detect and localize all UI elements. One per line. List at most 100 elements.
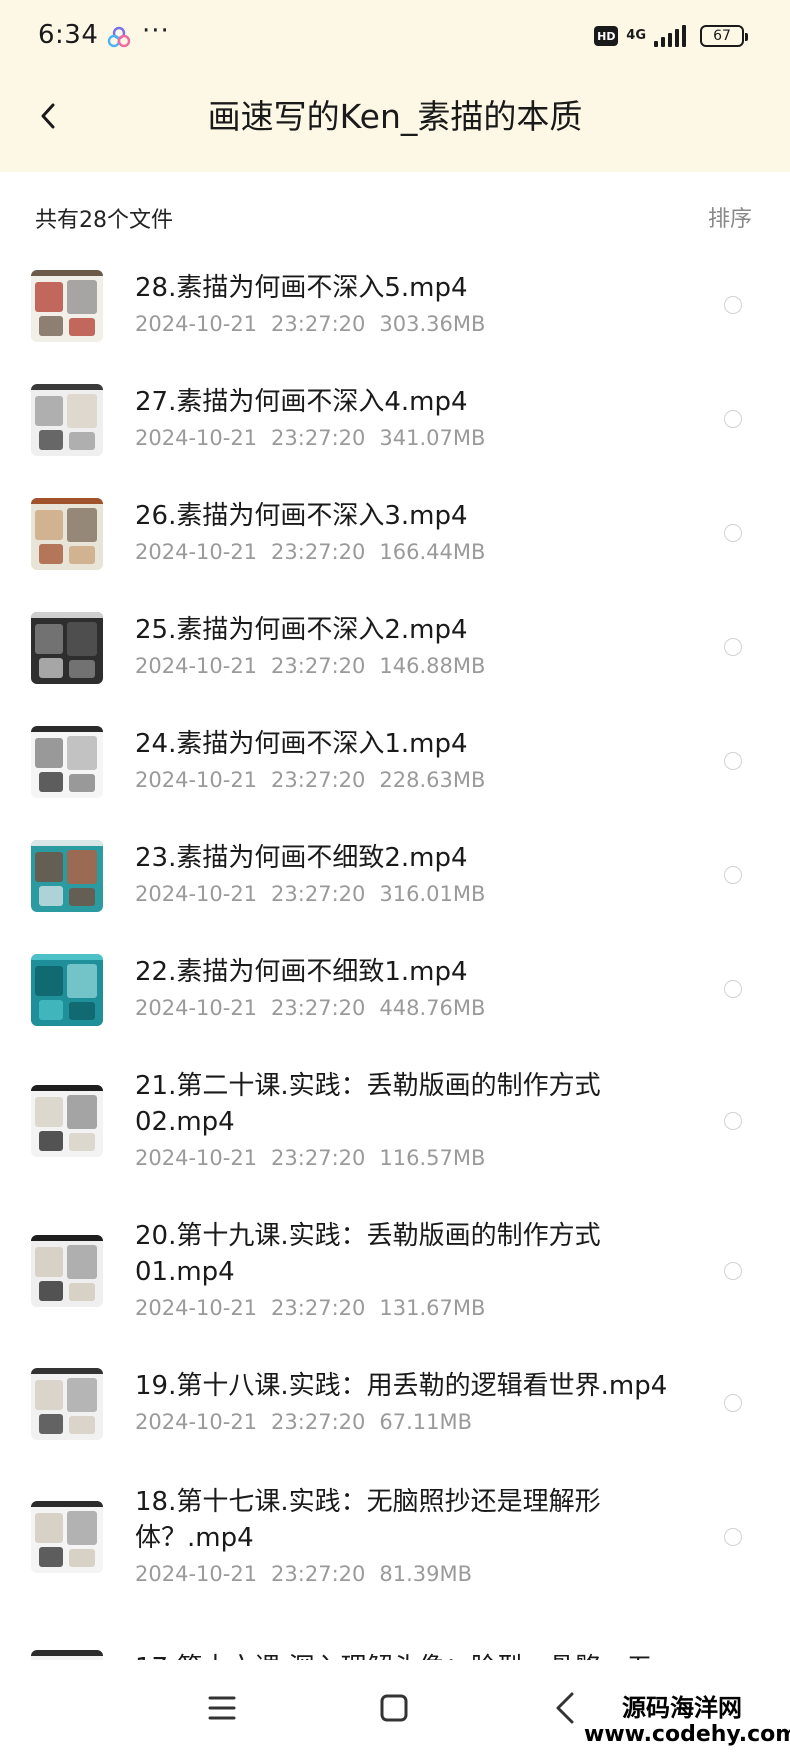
file-row[interactable]: 21.第二十课.实践：丢勒版画的制作方式02.mp4 2024-10-21 23:2…: [0, 1068, 790, 1194]
file-time: 23:27:20: [271, 312, 366, 336]
video-thumbnail: [31, 1085, 103, 1157]
file-name: 20.第十九课.实践：丢勒版画的制作方式01.mp4: [135, 1221, 601, 1287]
hd-badge: HD: [594, 26, 619, 46]
file-date: 2024-10-21: [135, 540, 258, 564]
file-meta: 2024-10-21 23:27:20 448.76MB: [135, 994, 485, 1022]
file-name: 25.素描为何画不深入2.mp4: [135, 615, 468, 645]
select-radio[interactable]: [724, 1112, 742, 1130]
file-size: 166.44MB: [379, 540, 486, 564]
file-name: 24.素描为何画不深入1.mp4: [135, 729, 468, 759]
file-row[interactable]: 23.素描为何画不细致2.mp4 2024-10-21 23:27:20 316.01…: [0, 840, 790, 930]
file-row[interactable]: 19.第十八课.实践：用丢勒的逻辑看世界.mp4 2024-10-21 23:27:…: [0, 1368, 790, 1458]
file-count: 共有28个文件: [35, 208, 173, 233]
home-button[interactable]: [374, 1688, 414, 1728]
header: 6:34 ··· HD 4G 67 画速写的Ken_素描的本质: [0, 0, 790, 172]
video-thumbnail: [31, 270, 103, 342]
file-time: 23:27:20: [271, 882, 366, 906]
status-time: 6:34: [38, 20, 99, 50]
file-row[interactable]: 26.素描为何画不深入3.mp4 2024-10-21 23:27:20 166.44…: [0, 498, 790, 588]
select-radio[interactable]: [724, 866, 742, 884]
file-date: 2024-10-21: [135, 1296, 258, 1320]
video-thumbnail: [31, 384, 103, 456]
watermark-url: www.codehy.com: [584, 1722, 790, 1747]
select-radio[interactable]: [724, 410, 742, 428]
file-row[interactable]: 24.素描为何画不深入1.mp4 2024-10-21 23:27:20 228.63…: [0, 726, 790, 816]
nav-back-icon: [556, 1692, 574, 1724]
file-meta: 2024-10-21 23:27:20 166.44MB: [135, 538, 485, 566]
file-row[interactable]: 22.素描为何画不细致1.mp4 2024-10-21 23:27:20 448.76…: [0, 954, 790, 1044]
file-name: 28.素描为何画不深入5.mp4: [135, 273, 468, 303]
file-meta: 2024-10-21 23:27:20 316.01MB: [135, 880, 485, 908]
status-bar: 6:34 ··· HD 4G 67: [0, 0, 790, 72]
file-name: 22.素描为何画不细致1.mp4: [135, 957, 468, 987]
file-row[interactable]: 25.素描为何画不深入2.mp4 2024-10-21 23:27:20 146.88…: [0, 612, 790, 702]
file-meta: 2024-10-21 23:27:20 228.63MB: [135, 766, 485, 794]
file-size: 146.88MB: [379, 654, 486, 678]
menu-button[interactable]: [202, 1688, 242, 1728]
status-indicators: HD 4G 67: [594, 22, 748, 50]
file-size: 67.11MB: [379, 1410, 473, 1434]
file-name: 18.第十七课.实践：无脑照抄还是理解形体？.mp4: [135, 1487, 601, 1553]
file-time: 23:27:20: [271, 1410, 366, 1434]
file-meta: 2024-10-21 23:27:20 146.88MB: [135, 652, 485, 680]
file-time: 23:27:20: [271, 768, 366, 792]
file-meta: 2024-10-21 23:27:20 131.67MB: [135, 1294, 485, 1322]
select-radio[interactable]: [724, 752, 742, 770]
file-meta: 2024-10-21 23:27:20 67.11MB: [135, 1408, 472, 1436]
file-date: 2024-10-21: [135, 312, 258, 336]
file-row[interactable]: 18.第十七课.实践：无脑照抄还是理解形体？.mp4 2024-10-21 23:2…: [0, 1484, 790, 1610]
file-meta: 2024-10-21 23:27:20 341.07MB: [135, 424, 485, 452]
page-title: 画速写的Ken_素描的本质: [207, 97, 583, 136]
select-radio[interactable]: [724, 296, 742, 314]
video-thumbnail: [31, 1235, 103, 1307]
file-meta: 2024-10-21 23:27:20 81.39MB: [135, 1560, 472, 1588]
select-radio[interactable]: [724, 1262, 742, 1280]
file-row[interactable]: 28.素描为何画不深入5.mp4 2024-10-21 23:27:20 303.36…: [0, 270, 790, 360]
file-time: 23:27:20: [271, 1146, 366, 1170]
video-thumbnail: [31, 498, 103, 570]
menu-icon: [208, 1696, 236, 1720]
video-thumbnail: [31, 1501, 103, 1573]
file-date: 2024-10-21: [135, 426, 258, 450]
file-size: 448.76MB: [379, 996, 486, 1020]
file-time: 23:27:20: [271, 1296, 366, 1320]
file-name: 21.第二十课.实践：丢勒版画的制作方式02.mp4: [135, 1071, 601, 1137]
signal-icon: [654, 25, 686, 47]
file-size: 81.39MB: [379, 1562, 473, 1586]
file-name: 26.素描为何画不深入3.mp4: [135, 501, 468, 531]
file-date: 2024-10-21: [135, 882, 258, 906]
select-radio[interactable]: [724, 638, 742, 656]
file-row[interactable]: 20.第十九课.实践：丢勒版画的制作方式01.mp4 2024-10-21 23:2…: [0, 1218, 790, 1344]
file-row[interactable]: 27.素描为何画不深入4.mp4 2024-10-21 23:27:20 341.07…: [0, 384, 790, 474]
video-thumbnail: [31, 726, 103, 798]
file-size: 116.57MB: [379, 1146, 486, 1170]
select-radio[interactable]: [724, 1394, 742, 1412]
file-size: 303.36MB: [379, 312, 486, 336]
video-thumbnail: [31, 840, 103, 912]
file-date: 2024-10-21: [135, 1562, 258, 1586]
app-notification-icon: [107, 26, 131, 48]
file-size: 341.07MB: [379, 426, 486, 450]
select-radio[interactable]: [724, 980, 742, 998]
file-size: 228.63MB: [379, 768, 486, 792]
file-meta: 2024-10-21 23:27:20 303.36MB: [135, 310, 485, 338]
file-time: 23:27:20: [271, 426, 366, 450]
file-time: 23:27:20: [271, 540, 366, 564]
file-date: 2024-10-21: [135, 996, 258, 1020]
home-square-icon: [380, 1694, 408, 1722]
file-meta: 2024-10-21 23:27:20 116.57MB: [135, 1144, 485, 1172]
file-name: 23.素描为何画不细致2.mp4: [135, 843, 468, 873]
nav-back-button[interactable]: [546, 1688, 586, 1728]
file-date: 2024-10-21: [135, 768, 258, 792]
more-notifications-icon: ···: [142, 16, 170, 46]
select-radio[interactable]: [724, 1528, 742, 1546]
file-size: 131.67MB: [379, 1296, 486, 1320]
battery-icon: 67: [700, 25, 748, 47]
file-name: 19.第十八课.实践：用丢勒的逻辑看世界.mp4: [135, 1371, 668, 1401]
file-date: 2024-10-21: [135, 1410, 258, 1434]
watermark-text: 源码海洋网: [622, 1694, 742, 1722]
select-radio[interactable]: [724, 524, 742, 542]
sort-button[interactable]: 排序: [708, 201, 752, 233]
video-thumbnail: [31, 612, 103, 684]
file-size: 316.01MB: [379, 882, 486, 906]
